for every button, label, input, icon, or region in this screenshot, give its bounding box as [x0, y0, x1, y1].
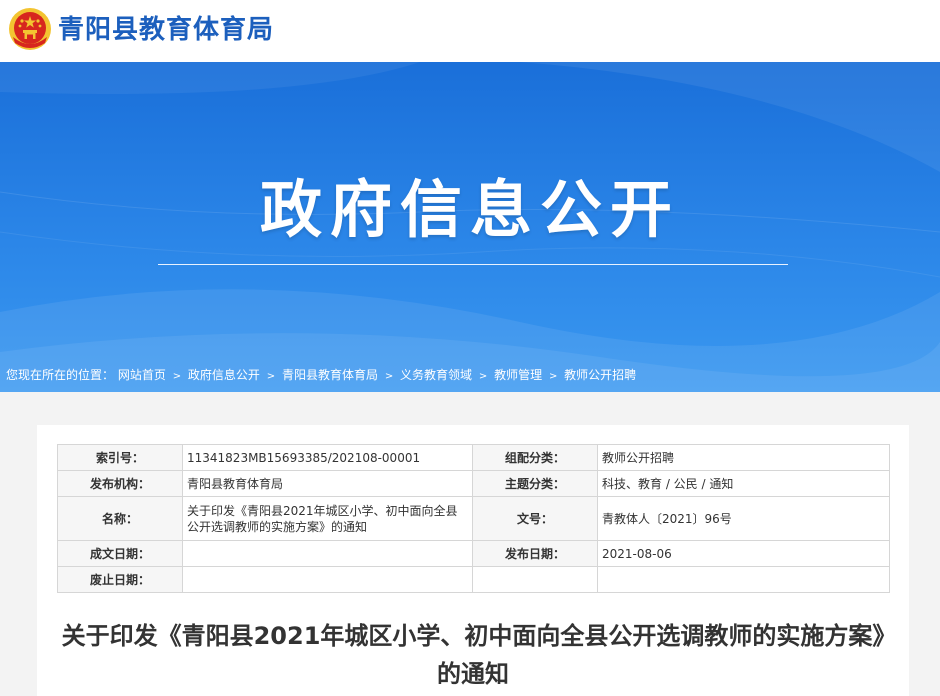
name-value: 关于印发《青阳县2021年城区小学、初中面向全县公开选调教师的实施方案》的通知 — [182, 496, 473, 541]
breadcrumb-teacher-management[interactable]: 教师管理 — [494, 368, 542, 382]
article-title: 关于印发《青阳县2021年城区小学、初中面向全县公开选调教师的实施方案》的通知 — [61, 622, 885, 688]
doc-number-value: 青教体人〔2021〕96号 — [597, 496, 890, 541]
doc-number-label: 文号： — [472, 496, 598, 541]
created-date-value — [182, 540, 473, 567]
name-label: 名称： — [57, 496, 183, 541]
breadcrumb-prefix: 您现在所在的位置： — [6, 368, 115, 382]
breadcrumb-separator: > — [478, 371, 488, 382]
breadcrumb-separator: > — [172, 371, 182, 382]
breadcrumb-separator: > — [266, 371, 276, 382]
published-date-value: 2021-08-06 — [597, 540, 890, 567]
document-meta-table: 索引号： 11341823MB15693385/202108-00001 组配分… — [57, 444, 890, 593]
empty-cell — [472, 566, 598, 593]
topic-value: 科技、教育 / 公民 / 通知 — [597, 470, 890, 497]
banner-divider — [158, 264, 788, 265]
site-name[interactable]: 青阳县教育体育局 — [58, 14, 274, 46]
breadcrumb-separator: > — [548, 371, 558, 382]
breadcrumb-gov-info[interactable]: 政府信息公开 — [188, 368, 260, 382]
table-row: 成文日期： 发布日期： 2021-08-06 — [57, 540, 890, 567]
breadcrumb-bureau[interactable]: 青阳县教育体育局 — [282, 368, 378, 382]
publisher-value: 青阳县教育体育局 — [182, 470, 473, 497]
banner-title: 政府信息公开 — [259, 173, 680, 246]
category-label: 组配分类： — [472, 444, 598, 471]
breadcrumb-home[interactable]: 网站首页 — [118, 368, 166, 382]
publisher-label: 发布机构： — [57, 470, 183, 497]
index-value: 11341823MB15693385/202108-00001 — [182, 444, 473, 471]
breadcrumb-separator: > — [384, 371, 394, 382]
created-date-label: 成文日期： — [57, 540, 183, 567]
breadcrumb-compulsory-education[interactable]: 义务教育领域 — [400, 368, 472, 382]
table-row: 索引号： 11341823MB15693385/202108-00001 组配分… — [57, 444, 890, 471]
topic-label: 主题分类： — [472, 470, 598, 497]
table-row: 发布机构： 青阳县教育体育局 主题分类： 科技、教育 / 公民 / 通知 — [57, 470, 890, 497]
category-value: 教师公开招聘 — [597, 444, 890, 471]
published-date-label: 发布日期： — [472, 540, 598, 567]
national-emblem-icon[interactable] — [8, 7, 52, 51]
expired-date-value — [182, 566, 473, 593]
expired-date-label: 废止日期： — [57, 566, 183, 593]
empty-cell — [597, 566, 890, 593]
breadcrumb: 您现在所在的位置： 网站首页 > 政府信息公开 > 青阳县教育体育局 > 义务教… — [6, 367, 636, 385]
table-row: 名称： 关于印发《青阳县2021年城区小学、初中面向全县公开选调教师的实施方案》… — [57, 496, 890, 541]
content-card: 索引号： 11341823MB15693385/202108-00001 组配分… — [37, 425, 909, 696]
table-row: 废止日期： — [57, 566, 890, 593]
banner: 政府信息公开 您现在所在的位置： 网站首页 > 政府信息公开 > 青阳县教育体育… — [0, 62, 940, 392]
site-header: 青阳县教育体育局 — [0, 0, 940, 62]
breadcrumb-teacher-recruitment[interactable]: 教师公开招聘 — [564, 368, 636, 382]
index-label: 索引号： — [57, 444, 183, 471]
